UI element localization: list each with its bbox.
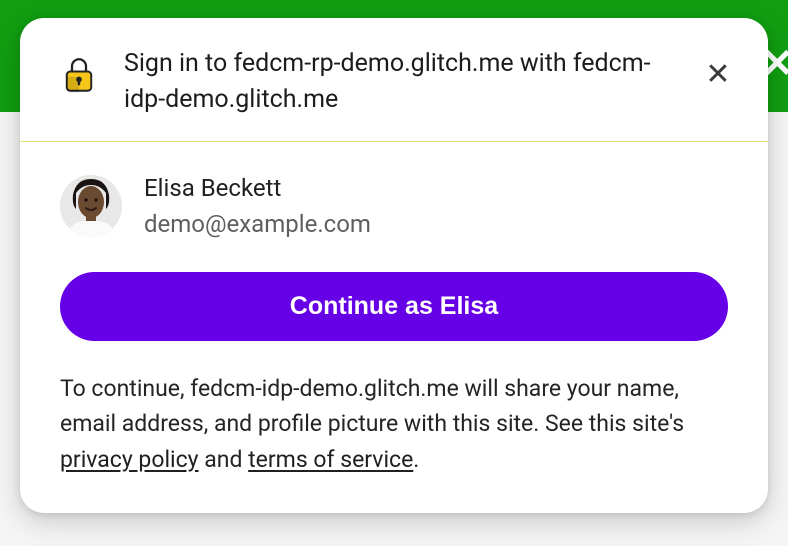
avatar xyxy=(60,175,122,237)
dialog-header: Sign in to fedcm-rp-demo.glitch.me with … xyxy=(20,18,768,142)
account-name: Elisa Beckett xyxy=(144,170,371,206)
close-button[interactable]: ✕ xyxy=(696,52,740,96)
dialog-body: Elisa Beckett demo@example.com Continue … xyxy=(20,142,768,514)
dialog-title: Sign in to fedcm-rp-demo.glitch.me with … xyxy=(124,46,696,119)
lock-icon xyxy=(58,54,100,96)
disclosure-text: To continue, fedcm-idp-demo.glitch.me wi… xyxy=(60,371,728,478)
disclosure-and: and xyxy=(199,446,249,473)
title-with: with xyxy=(514,49,573,78)
disclosure-idp: fedcm-idp-demo.glitch.me xyxy=(190,375,459,402)
disclosure-period: . xyxy=(413,446,419,473)
account-row: Elisa Beckett demo@example.com xyxy=(60,170,728,242)
disclosure-intro: To continue, xyxy=(60,375,190,402)
title-prefix: Sign in to xyxy=(124,49,233,78)
terms-of-service-link[interactable]: terms of service xyxy=(248,446,413,473)
account-email: demo@example.com xyxy=(144,206,371,242)
rp-domain: fedcm-rp-demo.glitch.me xyxy=(233,49,513,78)
continue-button[interactable]: Continue as Elisa xyxy=(60,272,728,341)
privacy-policy-link[interactable]: privacy policy xyxy=(60,446,199,473)
fedcm-dialog: Sign in to fedcm-rp-demo.glitch.me with … xyxy=(20,18,768,513)
close-icon: ✕ xyxy=(705,57,730,92)
account-info: Elisa Beckett demo@example.com xyxy=(144,170,371,242)
